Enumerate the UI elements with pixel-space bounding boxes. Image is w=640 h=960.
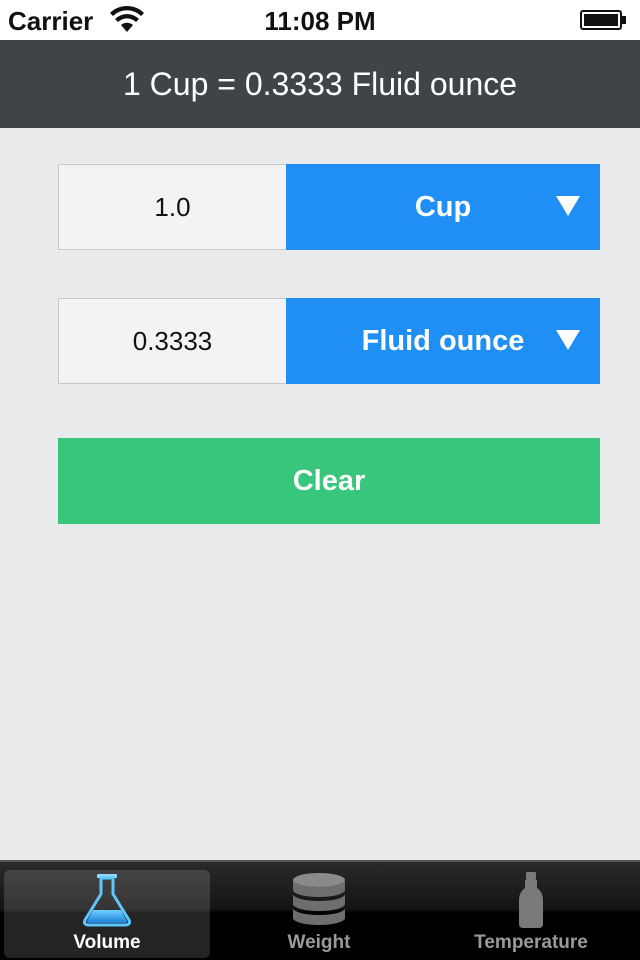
to-unit-select[interactable]: Fluid ounce xyxy=(286,298,600,384)
to-value-input[interactable]: 0.3333 xyxy=(58,298,286,384)
to-unit-label: Fluid ounce xyxy=(361,324,525,357)
clear-button-label: Clear xyxy=(292,464,366,497)
page-title: 1 Cup = 0.3333 Fluid ounce xyxy=(122,65,518,102)
status-bar: Carrier 11:08 PM xyxy=(0,0,640,40)
tab-temperature-label: Temperature xyxy=(474,932,588,953)
tab-volume-label: Volume xyxy=(73,932,141,953)
from-unit-label: Cup xyxy=(414,190,472,223)
from-row: 1.0 Cup xyxy=(58,164,600,250)
clear-button[interactable]: Clear xyxy=(58,438,600,524)
dropdown-arrow-icon xyxy=(556,196,580,216)
tab-bar: Volume Weight Temperature xyxy=(0,860,640,960)
tab-weight-label: Weight xyxy=(287,932,351,953)
bottle-icon xyxy=(519,872,543,928)
tab-weight[interactable]: Weight xyxy=(216,870,422,958)
dropdown-arrow-icon xyxy=(556,330,580,350)
flask-icon xyxy=(83,874,131,927)
nav-bar: 1 Cup = 0.3333 Fluid ounce xyxy=(0,40,640,128)
status-time: 11:08 PM xyxy=(264,6,376,36)
from-unit-select[interactable]: Cup xyxy=(286,164,600,250)
from-value-input[interactable]: 1.0 xyxy=(58,164,286,250)
battery-icon xyxy=(580,10,626,30)
tab-volume[interactable]: Volume xyxy=(4,870,210,958)
to-row: 0.3333 Fluid ounce xyxy=(58,298,600,384)
tab-temperature[interactable]: Temperature xyxy=(426,870,636,958)
weight-stack-icon xyxy=(293,873,345,925)
